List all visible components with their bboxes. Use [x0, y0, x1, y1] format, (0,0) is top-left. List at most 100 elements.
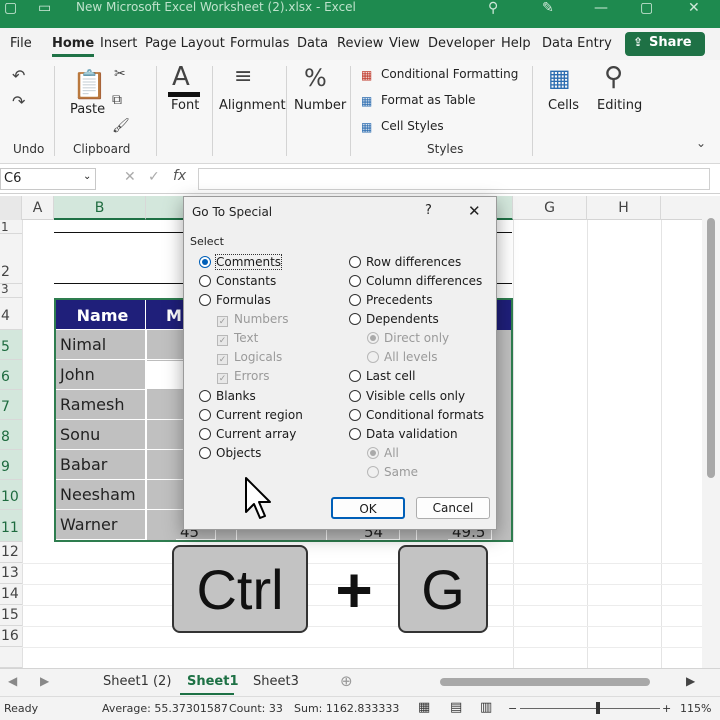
- zoom-slider[interactable]: [520, 708, 660, 709]
- option-column-differences[interactable]: Column differences: [349, 274, 482, 288]
- col-header-f[interactable]: [497, 196, 513, 220]
- scroll-right-arrow-icon[interactable]: ▶: [686, 674, 695, 688]
- page-break-view-icon[interactable]: ▥: [480, 700, 492, 715]
- row-header-4[interactable]: 4: [0, 298, 22, 330]
- ok-button[interactable]: OK: [331, 497, 405, 519]
- col-header-b[interactable]: B: [54, 196, 146, 220]
- option-blanks[interactable]: Blanks: [199, 389, 256, 403]
- row-header-15[interactable]: 15: [0, 605, 22, 626]
- search-icon[interactable]: ⚲: [488, 0, 498, 16]
- format-as-table-button[interactable]: Format as Table: [381, 93, 476, 107]
- restore-icon[interactable]: ▢: [640, 0, 653, 16]
- option-comments[interactable]: Comments: [199, 254, 283, 270]
- help-button[interactable]: ?: [425, 203, 432, 218]
- paste-icon[interactable]: 📋: [72, 68, 107, 101]
- cell-styles-button[interactable]: Cell Styles: [381, 119, 444, 133]
- col-header-c[interactable]: [146, 196, 184, 220]
- row-header-9[interactable]: 9: [0, 450, 22, 480]
- cells-label[interactable]: Cells: [548, 98, 579, 113]
- tab-insert[interactable]: Insert: [100, 36, 137, 51]
- tab-data[interactable]: Data: [297, 36, 328, 51]
- page-layout-view-icon[interactable]: ▤: [450, 700, 462, 715]
- tab-help[interactable]: Help: [501, 36, 531, 51]
- conditional-formatting-button[interactable]: Conditional Formatting: [381, 67, 518, 81]
- zoom-slider-thumb[interactable]: [596, 702, 600, 714]
- share-button[interactable]: ⇪ Share: [625, 32, 705, 56]
- tab-file[interactable]: File: [10, 36, 32, 51]
- row-header-8[interactable]: 8: [0, 420, 22, 450]
- copy-icon[interactable]: ⧉: [112, 92, 122, 108]
- header-name[interactable]: Name: [56, 300, 146, 330]
- horizontal-scroll-thumb[interactable]: [440, 678, 650, 686]
- col-header-h[interactable]: H: [587, 196, 661, 220]
- minimize-icon[interactable]: —: [594, 0, 608, 16]
- collapse-ribbon-icon[interactable]: ⌄: [696, 136, 706, 150]
- normal-view-icon[interactable]: ▦: [418, 700, 430, 715]
- editing-search-icon[interactable]: ⚲: [604, 62, 623, 92]
- redo-icon[interactable]: ↷: [12, 92, 25, 111]
- name-cell[interactable]: Warner: [56, 510, 146, 540]
- cut-icon[interactable]: ✂: [114, 66, 126, 82]
- sheet-tab[interactable]: Sheet3: [253, 674, 299, 689]
- close-icon[interactable]: ✕: [468, 202, 481, 220]
- sheet-tab-active[interactable]: Sheet1: [187, 674, 239, 689]
- tab-page-layout[interactable]: Page Layout: [145, 36, 225, 51]
- tab-formulas[interactable]: Formulas: [230, 36, 289, 51]
- scroll-right-icon[interactable]: ▶: [40, 674, 49, 688]
- name-cell[interactable]: Babar: [56, 450, 146, 480]
- select-all-corner[interactable]: [0, 196, 22, 220]
- name-cell[interactable]: Sonu: [56, 420, 146, 450]
- sheet-tab[interactable]: Sheet1 (2): [103, 674, 171, 689]
- option-conditional-formats[interactable]: Conditional formats: [349, 408, 484, 422]
- editing-label[interactable]: Editing: [597, 98, 642, 113]
- option-data-validation[interactable]: Data validation: [349, 427, 458, 441]
- name-cell[interactable]: Nimal: [56, 330, 146, 360]
- option-objects[interactable]: Objects: [199, 446, 261, 460]
- undo-icon[interactable]: ↶: [12, 66, 25, 85]
- zoom-in-icon[interactable]: +: [662, 702, 671, 715]
- alignment-icon[interactable]: ≡: [234, 64, 252, 89]
- font-icon[interactable]: A: [172, 62, 190, 92]
- scroll-left-icon[interactable]: ◀: [8, 674, 17, 688]
- row-header-16[interactable]: 16: [0, 626, 22, 647]
- row-header-13[interactable]: 13: [0, 563, 22, 584]
- row-header-1[interactable]: 1: [0, 220, 22, 234]
- font-label[interactable]: Font: [171, 98, 199, 113]
- option-current-region[interactable]: Current region: [199, 408, 303, 422]
- option-row-differences[interactable]: Row differences: [349, 255, 461, 269]
- tab-view[interactable]: View: [389, 36, 420, 51]
- option-constants[interactable]: Constants: [199, 274, 276, 288]
- row-header-5[interactable]: 5: [0, 330, 22, 360]
- name-cell[interactable]: Neesham: [56, 480, 146, 510]
- row-header-3[interactable]: 3: [0, 283, 22, 298]
- radio-comments[interactable]: [199, 256, 211, 268]
- zoom-level[interactable]: 115%: [680, 702, 711, 715]
- option-last-cell[interactable]: Last cell: [349, 369, 415, 383]
- tab-home[interactable]: Home: [52, 36, 95, 57]
- option-current-array[interactable]: Current array: [199, 427, 296, 441]
- pen-icon[interactable]: ✎: [542, 0, 554, 16]
- cancel-button[interactable]: Cancel: [416, 497, 490, 519]
- add-sheet-icon[interactable]: ⊕: [340, 672, 353, 690]
- formula-input[interactable]: [198, 168, 710, 190]
- row-header-6[interactable]: 6: [0, 360, 22, 390]
- vertical-scrollbar[interactable]: [702, 196, 720, 668]
- format-painter-icon[interactable]: 🖌: [112, 118, 130, 134]
- row-header-2[interactable]: 2: [0, 234, 22, 284]
- row-header-11[interactable]: 11: [0, 510, 22, 542]
- percent-icon[interactable]: %: [304, 64, 327, 92]
- cancel-icon[interactable]: ✕: [124, 169, 136, 185]
- cells-icon[interactable]: ▦: [548, 64, 571, 92]
- option-dependents[interactable]: Dependents: [349, 312, 439, 326]
- alignment-label[interactable]: Alignment: [219, 98, 286, 113]
- name-cell[interactable]: John: [56, 360, 146, 390]
- row-header-10[interactable]: 10: [0, 480, 22, 510]
- row-header-14[interactable]: 14: [0, 584, 22, 605]
- row-header-7[interactable]: 7: [0, 390, 22, 420]
- tab-developer[interactable]: Developer: [428, 36, 495, 51]
- insert-function-icon[interactable]: fx: [173, 168, 186, 184]
- enter-icon[interactable]: ✓: [148, 169, 160, 185]
- col-header-a[interactable]: A: [22, 196, 54, 220]
- header-m[interactable]: M: [146, 300, 184, 330]
- option-formulas[interactable]: Formulas: [199, 293, 271, 307]
